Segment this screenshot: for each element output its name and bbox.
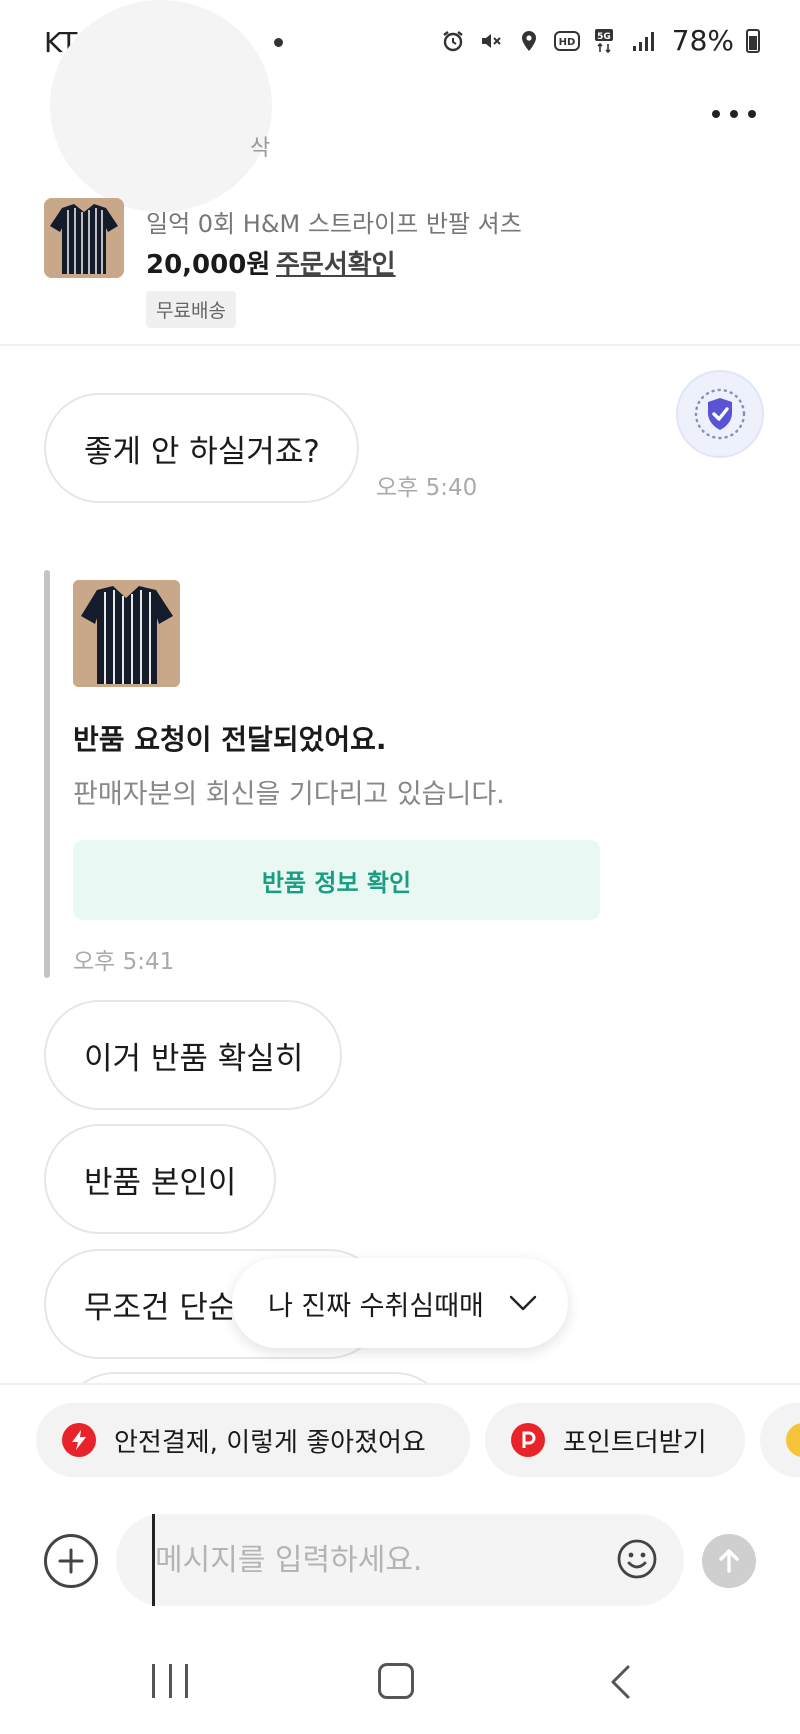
message-text: 무조건 단순 [84, 1289, 237, 1326]
message-bubble[interactable]: 이거 반품 확실히 [44, 1000, 342, 1110]
promo-safe-payment[interactable]: 안전결제, 이렇게 좋아졌어요 [36, 1403, 470, 1477]
dot [748, 110, 756, 118]
hd-voice-icon: HD [553, 28, 580, 54]
svg-text:HD: HD [558, 37, 575, 48]
message-input-container [116, 1514, 684, 1606]
message-text: 좋게 안 하실거죠? [84, 433, 320, 470]
bar [168, 1664, 172, 1698]
location-icon [516, 28, 542, 54]
battery-icon [746, 28, 760, 53]
plus-icon [58, 1548, 84, 1574]
alarm-icon [440, 28, 466, 54]
smile-icon [617, 1539, 657, 1579]
dot [730, 110, 738, 118]
order-details-link[interactable]: 주문서확인 [276, 244, 396, 281]
promo-points[interactable]: 포인트더받기 [485, 1403, 745, 1477]
header-divider [0, 344, 800, 346]
return-card-title: 반품 요청이 전달되었어요. [73, 723, 387, 756]
point-p-icon [511, 1423, 545, 1457]
svg-text:5G: 5G [597, 32, 611, 42]
emoji-button[interactable] [616, 1538, 658, 1580]
home-button[interactable] [378, 1663, 414, 1699]
product-title: 일억 0회 H&M 스트라이프 반팔 셔츠 [146, 210, 522, 238]
chip-text: 나 진짜 수취심때매 [268, 1290, 484, 1322]
attach-plus-button[interactable] [44, 1534, 98, 1588]
card-time: 오후 5:41 [73, 949, 175, 975]
chevron-left-icon [611, 1665, 630, 1699]
mute-icon [478, 28, 504, 54]
return-product-thumbnail[interactable] [73, 580, 180, 687]
return-card-description: 판매자분의 회신을 기다리고 있습니다. [73, 779, 505, 810]
arrow-up-icon [719, 1549, 739, 1573]
recent-apps-button[interactable] [152, 1664, 188, 1698]
send-button[interactable] [702, 1534, 756, 1588]
signal-icon [630, 28, 656, 54]
product-price: 20,000원 [146, 250, 271, 280]
notification-dot [274, 38, 283, 47]
shield-check-icon [694, 388, 746, 440]
chevron-down-icon [509, 1295, 537, 1311]
message-text: 이거 반품 확실히 [84, 1040, 304, 1077]
message-bubble[interactable]: 좋게 안 하실거죠? [44, 393, 359, 503]
product-thumbnail[interactable] [44, 198, 124, 278]
bar [152, 1664, 155, 1698]
lightning-icon [62, 1423, 96, 1457]
message-input[interactable] [152, 1514, 592, 1606]
free-shipping-badge: 무료배송 [146, 291, 236, 328]
new-message-chip[interactable]: 나 진짜 수취심때매 [232, 1258, 568, 1348]
dot [712, 110, 720, 118]
bar [185, 1664, 188, 1698]
message-time: 오후 5:40 [376, 475, 478, 501]
seller-subtitle: 삭 [250, 136, 271, 161]
promo-label: 안전결제, 이렇게 좋아졌어요 [114, 1427, 426, 1458]
seller-avatar[interactable] [50, 0, 272, 212]
safe-trade-button[interactable] [676, 370, 764, 458]
card-accent-bar [44, 570, 50, 978]
message-bubble[interactable]: 반품 본인이 [44, 1124, 276, 1234]
promo-label: 포인트더받기 [563, 1427, 707, 1458]
status-icons: HD 5G 78% [440, 24, 760, 57]
back-button[interactable] [606, 1664, 636, 1700]
coin-icon [786, 1423, 800, 1457]
message-text: 반품 본인이 [84, 1164, 237, 1201]
5g-icon: 5G [592, 28, 618, 54]
battery-percent: 78% [671, 24, 734, 57]
more-options-button[interactable] [712, 104, 756, 124]
return-info-button[interactable]: 반품 정보 확인 [73, 840, 600, 920]
